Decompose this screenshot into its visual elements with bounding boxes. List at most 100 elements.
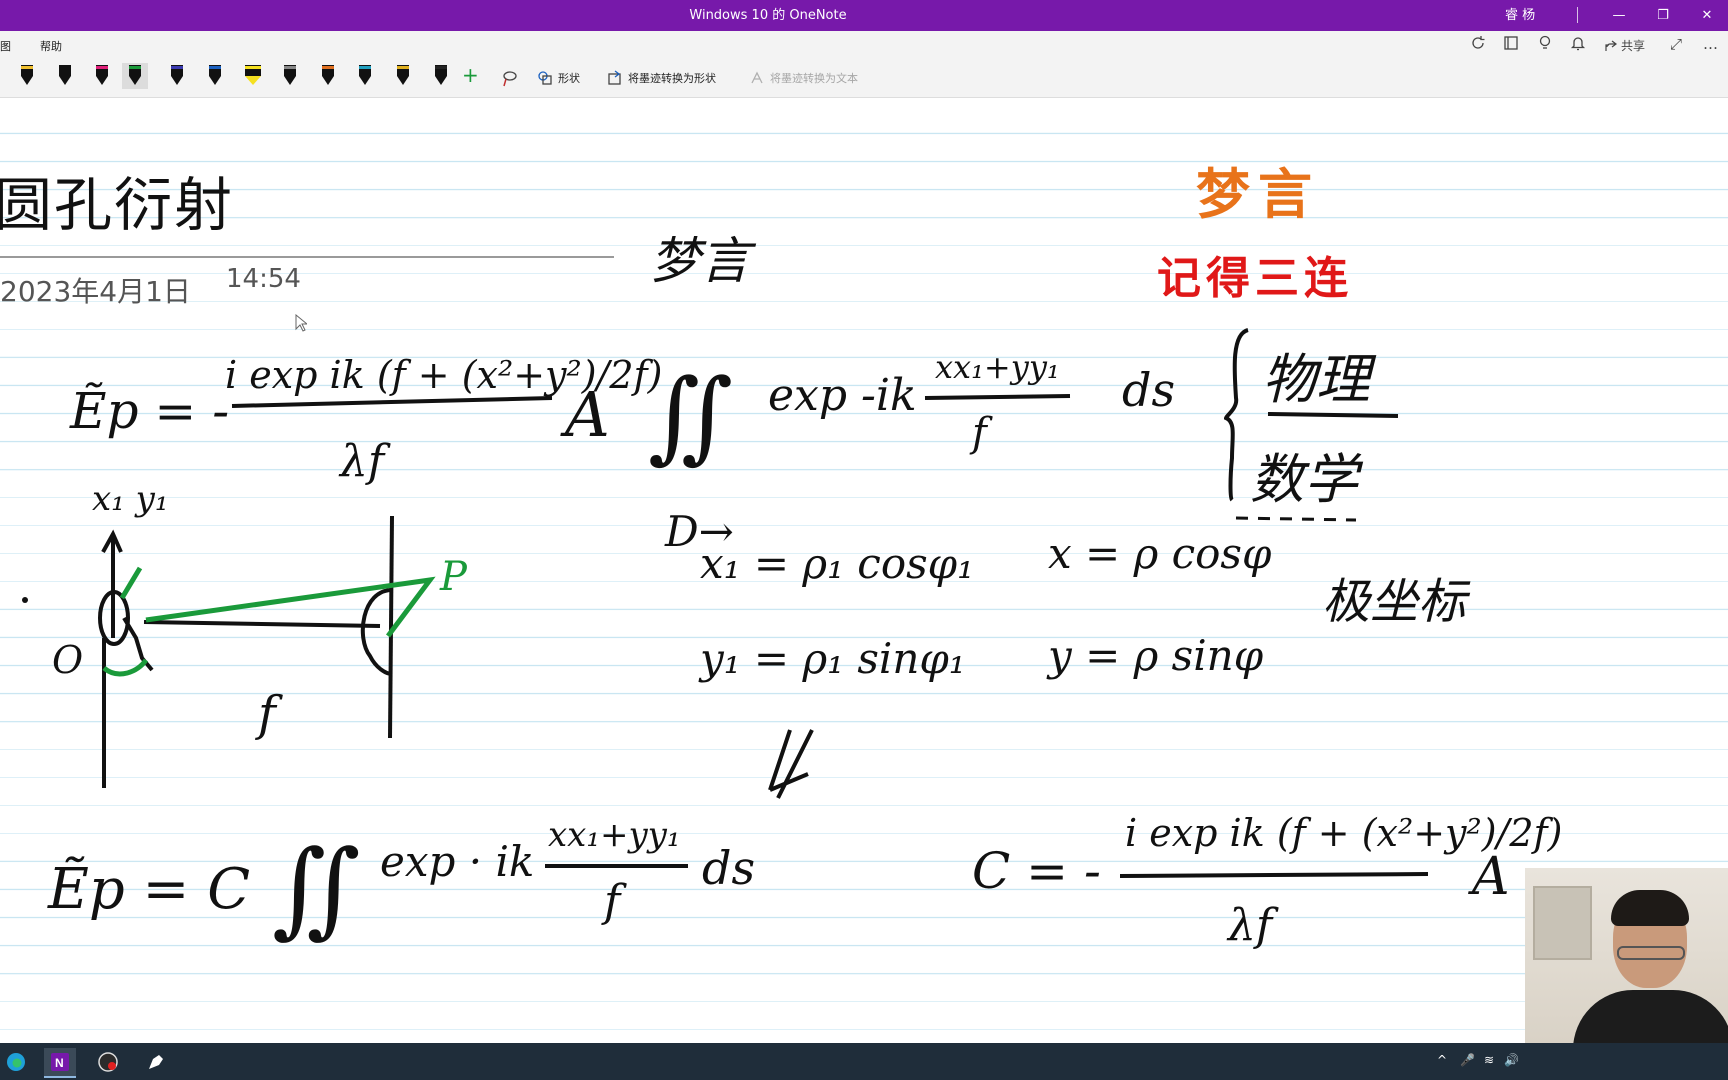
eq1-left: Ẽp = - (69, 381, 229, 440)
menu-item-help[interactable]: 帮助 (40, 38, 62, 54)
microphone-icon[interactable]: 🎤 (1460, 1053, 1475, 1067)
pen-12[interactable] (428, 63, 447, 89)
ink-to-text-icon (751, 71, 763, 84)
implies-arrow (768, 729, 814, 799)
eq1-frac-bar (924, 394, 1071, 400)
expand-icon[interactable]: ⤢ (1670, 35, 1682, 53)
pen-8[interactable] (277, 63, 297, 89)
ink-x-eq: x = ρ cosφ (1048, 529, 1272, 578)
menu-bar: 图 帮助 共享 ⤢ … (0, 31, 1728, 57)
pen-icon (21, 65, 33, 85)
eq1-amplitude: A (560, 378, 610, 451)
title-bar: Windows 10 的 OneNote 睿 杨 — ❐ ✕ (0, 0, 1728, 31)
pen-1[interactable] (14, 63, 33, 89)
ray-to-origin (122, 616, 154, 672)
video-person-glasses (1617, 946, 1685, 960)
network-icon[interactable]: ≋ (1484, 1053, 1494, 1067)
pen-app-icon[interactable] (140, 1048, 172, 1076)
ink-polar: 极坐标 (1322, 574, 1471, 630)
onenote-icon[interactable]: N (44, 1048, 76, 1078)
ink-to-shape-button[interactable]: 将墨迹转换为形状 (607, 70, 716, 86)
sync-icon[interactable] (1470, 35, 1486, 55)
brace-mark (1223, 328, 1249, 502)
pen-9[interactable] (315, 63, 334, 89)
video-window-bg (1533, 886, 1592, 960)
eq2-ds: ds (702, 841, 755, 895)
eq2-frac-num: xx₁+yy₁ (548, 815, 681, 855)
window-title: Windows 10 的 OneNote (689, 8, 847, 23)
shapes-button[interactable]: 形状 (537, 70, 580, 86)
share-button[interactable]: 共享 (1604, 37, 1645, 54)
share-label: 共享 (1621, 39, 1646, 53)
tray-chevron-icon[interactable]: ^ (1437, 1053, 1447, 1067)
cursor-icon (295, 313, 309, 336)
ink-label-p: P (439, 554, 468, 600)
ink-y1-eq: y₁ = ρ₁ sinφ₁ (698, 634, 966, 683)
c-fraction-bar (1119, 872, 1429, 878)
volume-icon[interactable]: 🔊 (1504, 1053, 1519, 1067)
page-canvas[interactable]: 圆孔衍射 2023年4月1日 14:54 梦言 记得三连 梦言 Ẽp = - i… (0, 98, 1728, 1043)
pen-7[interactable] (240, 63, 261, 89)
eq1-denominator: λf (338, 436, 391, 487)
pen-6[interactable] (202, 63, 221, 89)
ink-to-text-button[interactable]: 将墨迹转换为文本 (749, 70, 858, 86)
webcam-video (1525, 868, 1728, 1043)
video-person-body (1573, 990, 1728, 1043)
pen-icon (96, 65, 109, 85)
add-pen-button[interactable]: + (462, 63, 479, 87)
eq2-left: Ẽp = C (47, 856, 250, 922)
ink-label-f: f (255, 686, 283, 742)
menu-item-draw[interactable]: 图 (0, 38, 11, 54)
eq1-fraction-bar (231, 396, 553, 408)
minimize-button[interactable]: — (1602, 0, 1636, 31)
ink-to-shape-label: 将墨迹转换为形状 (628, 72, 716, 85)
screen-arc (360, 588, 393, 676)
lightbulb-icon[interactable] (1537, 35, 1553, 55)
lasso-button[interactable] (500, 70, 518, 88)
eq1-ds: ds (1122, 363, 1175, 417)
ink-layer: 梦言 Ẽp = - i exp ik (f + (x²+y²)/2f) λf A… (22, 232, 1562, 951)
math-underline (1235, 516, 1357, 522)
close-button[interactable]: ✕ (1690, 0, 1724, 31)
edge-icon[interactable] (0, 1048, 32, 1076)
eq2-exp: exp · ik (380, 837, 534, 886)
c-amplitude: A (1468, 847, 1510, 907)
draw-toolbar: + 形状 将墨迹转换为形状 将墨迹转换为文本 (0, 57, 1728, 98)
recorder-icon[interactable] (92, 1048, 124, 1076)
optical-axis (143, 620, 381, 628)
ink-math: 数学 (1250, 448, 1364, 511)
green-ray (145, 576, 436, 638)
eq2-frac-den: f (601, 876, 627, 927)
ink-x1y1: x₁ y₁ (92, 479, 168, 519)
pen-10[interactable] (352, 63, 372, 89)
pen-3[interactable] (89, 63, 109, 89)
pen-icon (244, 65, 261, 85)
ink-y-eq: y = ρ sinφ (1046, 631, 1264, 680)
pen-icon (209, 65, 221, 85)
lasso-icon (503, 71, 517, 87)
eq1-frac-den: f (969, 410, 993, 456)
pen-icon (171, 65, 184, 85)
ink-dot (22, 597, 28, 603)
eq2-integral: ∬ (272, 827, 361, 949)
user-name[interactable]: 睿 杨 (1505, 0, 1535, 31)
taskbar: N ^ 🎤 ≋ 🔊 (0, 1043, 1728, 1080)
physics-underline (1267, 412, 1399, 418)
pen-2[interactable] (52, 63, 71, 89)
pen-11[interactable] (390, 63, 409, 89)
video-person-hair (1611, 890, 1689, 926)
bell-icon[interactable] (1570, 35, 1586, 55)
pen-icon (58, 65, 71, 85)
more-icon[interactable]: … (1703, 35, 1718, 53)
pen-4[interactable] (121, 63, 148, 89)
notebook-icon[interactable] (1503, 35, 1519, 55)
shapes-icon (538, 71, 552, 85)
pen-5[interactable] (164, 63, 184, 89)
c-denominator: λf (1226, 900, 1279, 951)
pen-icon (321, 65, 334, 85)
eq1-integral: ∬ (648, 357, 733, 474)
eq1-frac-num: xx₁+yy₁ (935, 348, 1060, 386)
restore-button[interactable]: ❐ (1646, 0, 1680, 31)
ink-to-shape-icon (608, 70, 621, 85)
svg-text:N: N (55, 1056, 64, 1070)
